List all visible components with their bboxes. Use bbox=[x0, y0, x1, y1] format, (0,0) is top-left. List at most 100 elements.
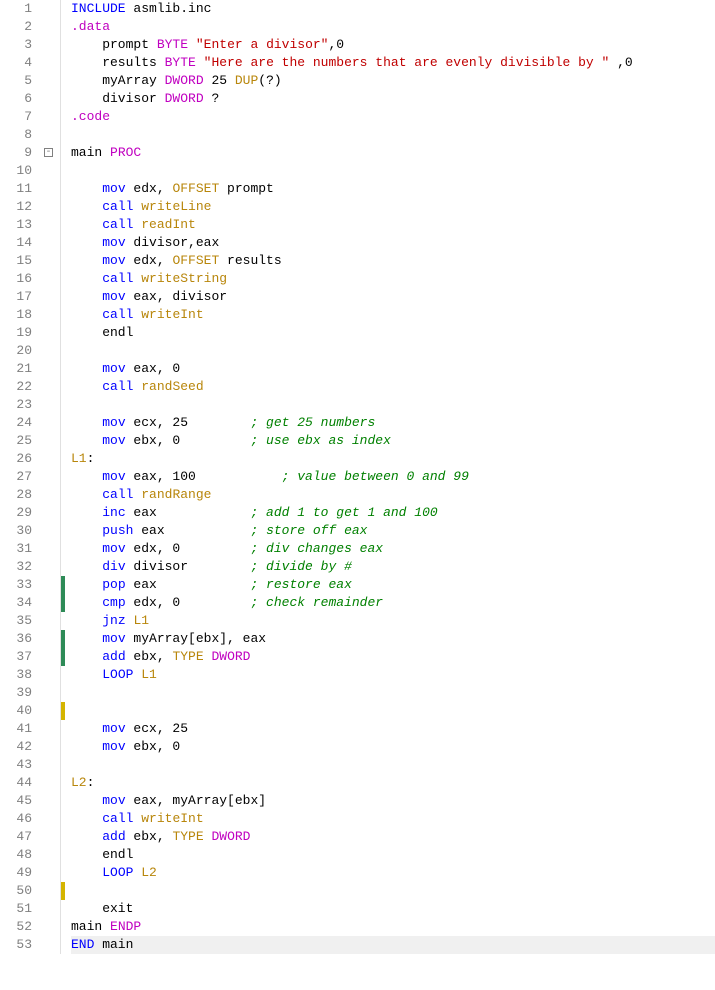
code-line[interactable] bbox=[71, 702, 715, 720]
code-line[interactable]: cmp edx, 0 ; check remainder bbox=[71, 594, 715, 612]
code-line[interactable] bbox=[71, 126, 715, 144]
line-number: 49 bbox=[0, 864, 32, 882]
code-line[interactable]: exit bbox=[71, 900, 715, 918]
code-line[interactable]: mov divisor,eax bbox=[71, 234, 715, 252]
code-line[interactable]: div divisor ; divide by # bbox=[71, 558, 715, 576]
line-number: 53 bbox=[0, 936, 32, 954]
line-number: 9 bbox=[0, 144, 32, 162]
code-line[interactable]: mov myArray[ebx], eax bbox=[71, 630, 715, 648]
fold-column[interactable]: - bbox=[40, 0, 61, 954]
code-line[interactable]: L1: bbox=[71, 450, 715, 468]
line-number: 48 bbox=[0, 846, 32, 864]
line-number: 52 bbox=[0, 918, 32, 936]
line-number: 1 bbox=[0, 0, 32, 18]
line-number: 20 bbox=[0, 342, 32, 360]
line-number: 42 bbox=[0, 738, 32, 756]
code-editor[interactable]: 1234567891011121314151617181920212223242… bbox=[0, 0, 715, 954]
code-line[interactable]: main PROC bbox=[71, 144, 715, 162]
line-number: 6 bbox=[0, 90, 32, 108]
line-number: 10 bbox=[0, 162, 32, 180]
code-line[interactable]: endl bbox=[71, 324, 715, 342]
code-line[interactable]: mov ecx, 25 bbox=[71, 720, 715, 738]
line-number: 17 bbox=[0, 288, 32, 306]
line-number: 8 bbox=[0, 126, 32, 144]
code-line[interactable]: results BYTE "Here are the numbers that … bbox=[71, 54, 715, 72]
code-line[interactable]: mov edx, 0 ; div changes eax bbox=[71, 540, 715, 558]
code-line[interactable]: call writeInt bbox=[71, 306, 715, 324]
line-number: 23 bbox=[0, 396, 32, 414]
code-line[interactable]: mov eax, divisor bbox=[71, 288, 715, 306]
line-number: 25 bbox=[0, 432, 32, 450]
code-line[interactable]: mov eax, 100 ; value between 0 and 99 bbox=[71, 468, 715, 486]
code-line[interactable]: divisor DWORD ? bbox=[71, 90, 715, 108]
line-number: 22 bbox=[0, 378, 32, 396]
line-number: 27 bbox=[0, 468, 32, 486]
change-marker bbox=[61, 576, 65, 594]
line-number: 11 bbox=[0, 180, 32, 198]
code-line[interactable]: LOOP L2 bbox=[71, 864, 715, 882]
code-line[interactable]: mov eax, myArray[ebx] bbox=[71, 792, 715, 810]
change-marker bbox=[61, 882, 65, 900]
line-number: 18 bbox=[0, 306, 32, 324]
line-number: 36 bbox=[0, 630, 32, 648]
code-line[interactable]: .code bbox=[71, 108, 715, 126]
line-number: 50 bbox=[0, 882, 32, 900]
code-line[interactable]: push eax ; store off eax bbox=[71, 522, 715, 540]
line-number: 4 bbox=[0, 54, 32, 72]
code-line[interactable]: inc eax ; add 1 to get 1 and 100 bbox=[71, 504, 715, 522]
code-line[interactable]: .data bbox=[71, 18, 715, 36]
code-line[interactable]: call writeInt bbox=[71, 810, 715, 828]
line-number: 31 bbox=[0, 540, 32, 558]
code-line[interactable]: main ENDP bbox=[71, 918, 715, 936]
line-number: 30 bbox=[0, 522, 32, 540]
code-line[interactable]: END main bbox=[71, 936, 715, 954]
line-number: 16 bbox=[0, 270, 32, 288]
code-line[interactable]: LOOP L1 bbox=[71, 666, 715, 684]
code-line[interactable]: mov edx, OFFSET prompt bbox=[71, 180, 715, 198]
code-line[interactable]: call writeLine bbox=[71, 198, 715, 216]
change-marker bbox=[61, 630, 65, 648]
line-number: 43 bbox=[0, 756, 32, 774]
code-line[interactable]: mov ebx, 0 ; use ebx as index bbox=[71, 432, 715, 450]
change-marker bbox=[61, 702, 65, 720]
fold-toggle-icon[interactable]: - bbox=[44, 148, 53, 157]
code-line[interactable] bbox=[71, 684, 715, 702]
line-number: 2 bbox=[0, 18, 32, 36]
code-line[interactable] bbox=[71, 756, 715, 774]
line-number: 21 bbox=[0, 360, 32, 378]
code-line[interactable]: call randSeed bbox=[71, 378, 715, 396]
code-line[interactable]: jnz L1 bbox=[71, 612, 715, 630]
line-number: 5 bbox=[0, 72, 32, 90]
code-line[interactable]: add ebx, TYPE DWORD bbox=[71, 828, 715, 846]
line-number: 7 bbox=[0, 108, 32, 126]
code-area[interactable]: INCLUDE asmlib.inc.data prompt BYTE "Ent… bbox=[67, 0, 715, 954]
code-line[interactable] bbox=[71, 342, 715, 360]
code-line[interactable]: mov edx, OFFSET results bbox=[71, 252, 715, 270]
code-line[interactable] bbox=[71, 396, 715, 414]
code-line[interactable] bbox=[71, 882, 715, 900]
line-number: 39 bbox=[0, 684, 32, 702]
code-line[interactable]: INCLUDE asmlib.inc bbox=[71, 0, 715, 18]
code-line[interactable]: mov ebx, 0 bbox=[71, 738, 715, 756]
code-line[interactable]: pop eax ; restore eax bbox=[71, 576, 715, 594]
code-line[interactable]: endl bbox=[71, 846, 715, 864]
line-number: 24 bbox=[0, 414, 32, 432]
line-number: 34 bbox=[0, 594, 32, 612]
line-number: 12 bbox=[0, 198, 32, 216]
line-number: 19 bbox=[0, 324, 32, 342]
line-number: 3 bbox=[0, 36, 32, 54]
change-marker bbox=[61, 594, 65, 612]
code-line[interactable]: mov ecx, 25 ; get 25 numbers bbox=[71, 414, 715, 432]
code-line[interactable]: L2: bbox=[71, 774, 715, 792]
line-number: 14 bbox=[0, 234, 32, 252]
line-number: 35 bbox=[0, 612, 32, 630]
code-line[interactable]: call randRange bbox=[71, 486, 715, 504]
code-line[interactable]: add ebx, TYPE DWORD bbox=[71, 648, 715, 666]
code-line[interactable]: mov eax, 0 bbox=[71, 360, 715, 378]
code-line[interactable]: prompt BYTE "Enter a divisor",0 bbox=[71, 36, 715, 54]
line-number: 38 bbox=[0, 666, 32, 684]
code-line[interactable]: call readInt bbox=[71, 216, 715, 234]
code-line[interactable] bbox=[71, 162, 715, 180]
code-line[interactable]: call writeString bbox=[71, 270, 715, 288]
code-line[interactable]: myArray DWORD 25 DUP(?) bbox=[71, 72, 715, 90]
